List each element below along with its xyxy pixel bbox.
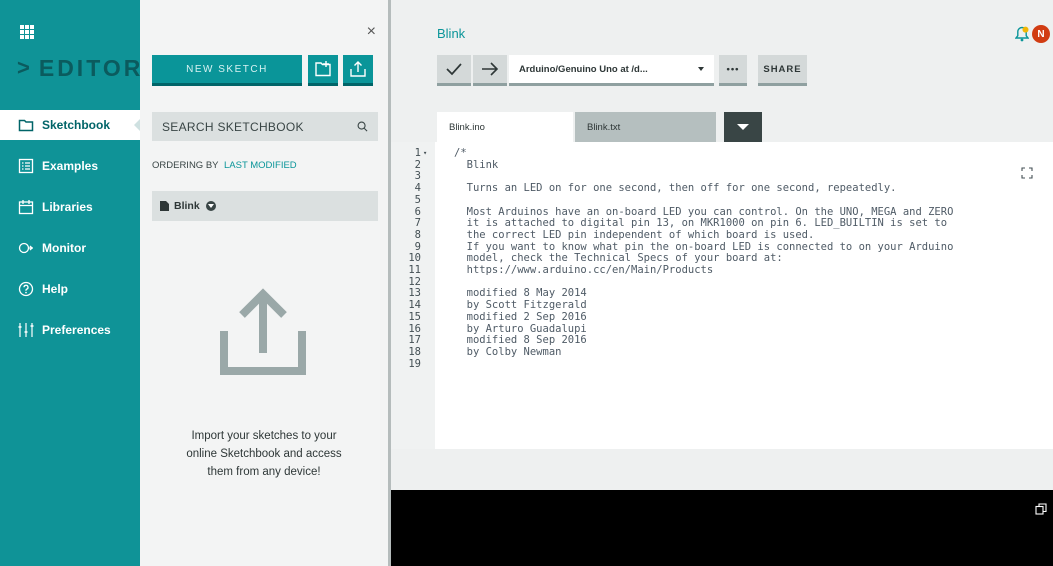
sidebar-item-label: Sketchbook [42, 118, 111, 132]
code-line: 5 [391, 193, 1053, 207]
upload-icon [350, 61, 366, 77]
code-text: /* [454, 147, 467, 159]
sidebar-item-preferences[interactable]: Preferences [0, 315, 140, 345]
code-line: 19 [391, 357, 1053, 371]
code-line: 8 the correct LED pin independent of whi… [391, 228, 1053, 242]
chevron-down-icon[interactable] [205, 201, 216, 211]
line-number: 5 [414, 193, 421, 206]
tabs-menu-button[interactable] [724, 112, 762, 142]
code-line: 11 https://www.arduino.cc/en/Main/Produc… [391, 264, 1053, 277]
close-icon[interactable]: × [367, 24, 376, 40]
code-text: Blink [454, 158, 499, 171]
sidebar-item-label: Preferences [42, 323, 111, 337]
sidebar-item-label: Help [42, 282, 69, 296]
sketch-file-icon [160, 201, 169, 211]
new-sketch-button[interactable]: NEW SKETCH [152, 55, 302, 86]
sidebar-item-help[interactable]: Help [0, 274, 140, 304]
code-text: modified 2 Sep 2016 [454, 310, 587, 323]
code-line: 2 Blink [391, 158, 1053, 172]
sliders-icon [18, 323, 34, 337]
code-line: 1 ▾ /* [391, 147, 1053, 160]
avatar[interactable]: N [1032, 25, 1050, 43]
sidebar-item-label: Examples [42, 159, 99, 173]
sidebar-item-examples[interactable]: Examples [0, 151, 140, 181]
editor-brand[interactable]: > EDITOR [17, 54, 144, 81]
new-sketch-label: NEW SKETCH [186, 63, 268, 75]
line-number: 11 [408, 264, 421, 276]
line-number: 19 [408, 357, 421, 370]
brand-label: EDITOR [38, 54, 144, 81]
code-text: Turns an LED on for one second, then off… [454, 182, 897, 195]
new-file-button[interactable] [308, 55, 338, 86]
upload-button[interactable] [343, 55, 373, 86]
arrow-right-icon [482, 62, 499, 76]
sketch-list-item[interactable]: Blink [152, 191, 378, 221]
chevron-down-icon [698, 67, 704, 71]
editor-area: Blink N Arduino/Genuino Uno at /d... •••… [391, 0, 1053, 566]
checkmark-icon [446, 63, 462, 76]
apps-grid-icon[interactable] [20, 25, 34, 39]
import-line: them from any device! [207, 466, 321, 478]
sidebar-item-label: Libraries [42, 200, 93, 214]
sidebar-item-libraries[interactable]: Libraries [0, 192, 140, 222]
copy-icon[interactable] [1035, 503, 1047, 515]
ordering-label: ORDERING BY [152, 160, 219, 171]
board-select-value: Arduino/Genuino Uno at /d... [519, 63, 648, 75]
code-line: 15 modified 2 Sep 2016 [391, 310, 1053, 324]
share-button[interactable]: SHARE [758, 55, 807, 86]
line-number: 15 [408, 310, 421, 323]
list-icon [18, 158, 34, 174]
expand-icon[interactable] [1021, 167, 1033, 179]
tab-blink-ino[interactable]: Blink.ino [437, 112, 573, 142]
fold-toggle-icon[interactable]: ▾ [423, 148, 427, 160]
code-text: by Colby Newman [454, 345, 562, 358]
sketch-title: Blink [437, 26, 466, 41]
verify-button[interactable] [437, 55, 471, 86]
code-text: https://www.arduino.cc/en/Main/Products [454, 264, 714, 276]
console-output [391, 490, 1053, 566]
more-label: ••• [726, 63, 740, 75]
import-line: online Sketchbook and access [186, 448, 342, 460]
tab-label: Blink.ino [449, 121, 485, 133]
line-number: 8 [414, 228, 421, 241]
sketch-name: Blink [174, 200, 200, 212]
search-placeholder: SEARCH SKETCHBOOK [162, 119, 304, 134]
more-options-button[interactable]: ••• [719, 55, 747, 86]
code-text: the correct LED pin independent of which… [454, 228, 815, 241]
tab-blink-txt[interactable]: Blink.txt [575, 112, 716, 142]
line-number: 1 [414, 147, 421, 159]
bell-icon[interactable] [1015, 26, 1029, 42]
search-input[interactable]: SEARCH SKETCHBOOK [152, 112, 378, 141]
line-number: 18 [408, 345, 421, 358]
new-file-icon [315, 61, 331, 77]
share-label: SHARE [763, 63, 802, 75]
sketchbook-panel: × NEW SKETCH SEARCH SKETCHBOOK ORDERING … [140, 0, 388, 566]
code-line: 18 by Colby Newman [391, 345, 1053, 359]
monitor-icon [18, 242, 33, 254]
import-description: Import your sketches to your online Sket… [160, 427, 368, 481]
tab-label: Blink.txt [587, 121, 621, 133]
sidebar-item-label: Monitor [42, 241, 86, 255]
sidebar-item-sketchbook[interactable]: Sketchbook [0, 110, 140, 140]
main-nav: > EDITOR Sketchbook Examples Libraries M… [0, 0, 140, 566]
console-toolbar [391, 449, 1053, 490]
search-icon [357, 121, 368, 132]
folder-icon [18, 119, 34, 132]
import-line: Import your sketches to your [191, 430, 337, 442]
sidebar-item-monitor[interactable]: Monitor [0, 233, 140, 263]
upload-sketch-button[interactable] [473, 55, 507, 86]
code-editor[interactable]: 1 ▾/* 2 Blink 3 4 Turns an LED on for one se… [391, 142, 1053, 449]
board-select[interactable]: Arduino/Genuino Uno at /d... [509, 55, 714, 86]
code-line: 4 Turns an LED on for one second, then o… [391, 182, 1053, 195]
help-icon [18, 281, 34, 297]
ordering-row: ORDERING BY LAST MODIFIED [152, 160, 297, 171]
ordering-value-link[interactable]: LAST MODIFIED [224, 160, 297, 171]
import-upload-icon [220, 288, 306, 375]
library-icon [18, 200, 34, 215]
chevron-right-icon: > [17, 55, 33, 80]
